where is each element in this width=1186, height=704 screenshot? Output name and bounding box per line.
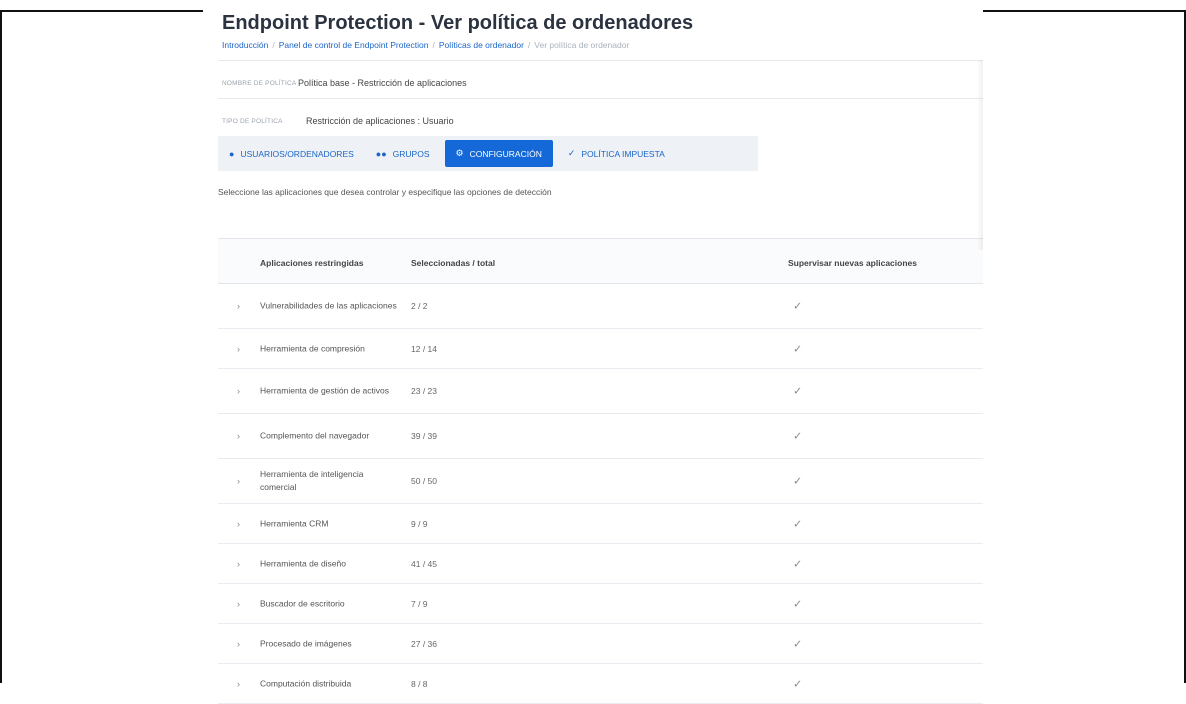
app-count: 23 / 23 <box>411 386 437 396</box>
table-row[interactable]: › Herramienta de gestión de activos 23 /… <box>218 369 983 414</box>
chevron-right-icon[interactable]: › <box>237 301 240 311</box>
app-category-name: Computación distribuida <box>260 678 352 688</box>
user-icon: ● <box>229 148 235 159</box>
tab-label: USUARIOS/ORDENADORES <box>240 148 354 159</box>
app-category-name: Herramienta de diseño <box>260 558 346 568</box>
app-count: 50 / 50 <box>411 476 437 486</box>
app-count: 2 / 2 <box>411 301 428 311</box>
app-category-name: Procesado de imágenes <box>260 638 352 648</box>
app-count: 8 / 8 <box>411 678 428 689</box>
app-category-name: Herramienta de inteligencia comercial <box>260 469 364 492</box>
tab-configuracion[interactable]: ⚙ CONFIGURACIÓN <box>444 140 553 167</box>
policy-type-value: Restricción de aplicaciones : Usuario <box>306 116 454 126</box>
policy-name-value: Política base - Restricción de aplicacio… <box>298 78 467 88</box>
chevron-right-icon[interactable]: › <box>237 599 240 609</box>
policy-name-label: NOMBRE DE POLÍTICA <box>222 80 297 87</box>
breadcrumb: Introducción / Panel de control de Endpoin… <box>222 40 629 50</box>
app-count: 7 / 9 <box>411 598 428 609</box>
table-header: Aplicaciones restringidas Seleccionadas … <box>218 238 983 284</box>
chevron-right-icon[interactable]: › <box>237 519 240 529</box>
chevron-right-icon[interactable]: › <box>237 559 240 569</box>
chevron-right-icon[interactable]: › <box>237 431 240 441</box>
breadcrumb-separator: / <box>272 40 275 50</box>
app-category-name: Complemento del navegador <box>260 430 370 441</box>
app-category-name: Herramienta de compresión <box>260 343 365 353</box>
chevron-right-icon[interactable]: › <box>237 386 240 396</box>
checkmark-icon: ✓ <box>793 558 803 570</box>
app-count: 39 / 39 <box>411 431 437 441</box>
col-header-count[interactable]: Seleccionadas / total <box>411 258 495 268</box>
checkmark-icon: ✓ <box>793 638 803 650</box>
checkmark-icon: ✓ <box>793 343 803 355</box>
chevron-right-icon[interactable]: › <box>237 476 240 486</box>
app-count: 12 / 14 <box>411 343 437 354</box>
page-title: Endpoint Protection - Ver política de or… <box>222 12 694 34</box>
col-header-apps[interactable]: Aplicaciones restringidas <box>260 258 363 268</box>
tab-label: CONFIGURACIÓN <box>469 148 542 159</box>
group-icon: ●● <box>375 148 387 159</box>
app-count: 9 / 9 <box>411 518 428 529</box>
policy-tabs: ● USUARIOS/ORDENADORES ●● GRUPOS ⚙ CONFI… <box>218 136 758 171</box>
checkmark-icon: ✓ <box>793 475 803 488</box>
table-row[interactable]: › Herramienta de inteligencia comercial … <box>218 459 983 504</box>
checkmark-icon: ✓ <box>793 678 803 690</box>
col-header-monitor[interactable]: Supervisar nuevas aplicaciones <box>788 258 917 268</box>
frame-left-border <box>0 10 2 683</box>
gear-icon: ⚙ <box>455 148 464 158</box>
checkmark-icon: ✓ <box>793 300 803 313</box>
frame-top-left-border <box>0 10 203 12</box>
policy-page: Endpoint Protection - Ver política de or… <box>218 0 983 704</box>
breadcrumb-separator: / <box>432 40 435 50</box>
app-category-name: Herramienta CRM <box>260 518 329 528</box>
check-icon: ✓ <box>567 148 576 158</box>
policy-type-label: TIPO DE POLÍTICA <box>222 118 283 125</box>
breadcrumb-current: Ver política de ordenador <box>534 40 630 50</box>
table-row[interactable]: › Complemento del navegador 39 / 39 ✓ <box>218 414 983 459</box>
checkmark-icon: ✓ <box>793 518 803 530</box>
table-row[interactable]: › Herramienta de diseño 41 / 45 ✓ <box>218 544 983 584</box>
tab-label: POLÍTICA IMPUESTA <box>581 148 665 159</box>
chevron-right-icon[interactable]: › <box>237 344 240 354</box>
breadcrumb-computer-policies[interactable]: Políticas de ordenador <box>439 40 524 50</box>
checkmark-icon: ✓ <box>793 430 803 443</box>
tab-politica-impuesta[interactable]: ✓ POLÍTICA IMPUESTA <box>557 136 676 171</box>
chevron-right-icon[interactable]: › <box>237 639 240 649</box>
table-row[interactable]: › Vulnerabilidades de las aplicaciones 2… <box>218 284 983 329</box>
table-row[interactable]: › Procesado de imágenes 27 / 36 ✓ <box>218 624 983 664</box>
checkmark-icon: ✓ <box>793 598 803 610</box>
policy-type-row: TIPO DE POLÍTICA Restricción de aplicaci… <box>218 98 983 141</box>
frame-top-right-border <box>983 10 1186 12</box>
breadcrumb-endpoint-dashboard[interactable]: Panel de control de Endpoint Protection <box>279 40 429 50</box>
breadcrumb-separator: / <box>527 40 531 50</box>
table-row[interactable]: › Herramienta CRM 9 / 9 ✓ <box>218 504 983 544</box>
policy-name-row: NOMBRE DE POLÍTICA Política base - Restr… <box>218 60 983 103</box>
restricted-apps-table: Aplicaciones restringidas Seleccionadas … <box>218 238 983 704</box>
app-category-name: Buscador de escritorio <box>260 598 345 608</box>
breadcrumb-introduccion[interactable]: Introducción <box>222 40 268 50</box>
table-row[interactable]: › Computación distribuida 8 / 8 ✓ <box>218 664 983 704</box>
checkmark-icon: ✓ <box>793 385 803 398</box>
app-category-name: Vulnerabilidades de las aplicaciones <box>260 300 397 311</box>
table-row[interactable]: › Herramienta de compresión 12 / 14 ✓ <box>218 329 983 369</box>
section-description: Seleccione las aplicaciones que desea co… <box>218 187 552 197</box>
tab-grupos[interactable]: ●● GRUPOS <box>365 136 441 171</box>
chevron-right-icon[interactable]: › <box>237 679 240 689</box>
app-category-name: Herramienta de gestión de activos <box>260 385 389 396</box>
edge-shadow <box>977 60 983 250</box>
table-row[interactable]: › Buscador de escritorio 7 / 9 ✓ <box>218 584 983 624</box>
app-count: 41 / 45 <box>411 558 437 569</box>
tab-usuarios-ordenadores[interactable]: ● USUARIOS/ORDENADORES <box>218 136 365 171</box>
tab-label: GRUPOS <box>392 148 430 159</box>
app-count: 27 / 36 <box>411 638 437 649</box>
